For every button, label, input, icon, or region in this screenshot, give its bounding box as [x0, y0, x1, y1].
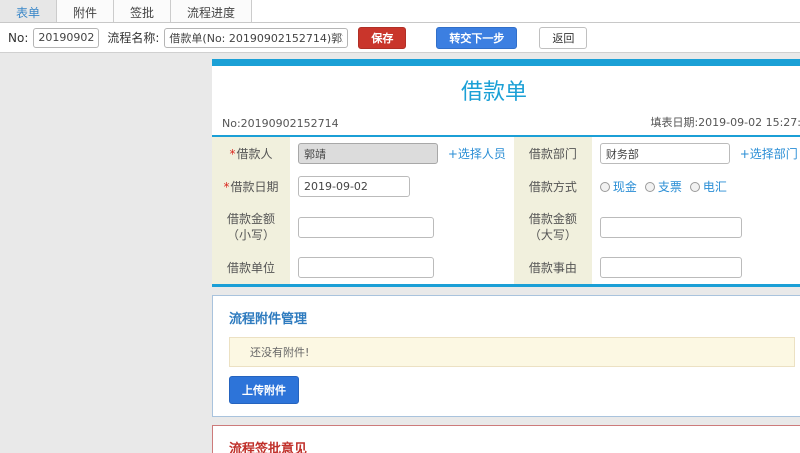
radio-icon [644, 181, 655, 192]
borrow-unit-field-cell [290, 251, 514, 286]
flow-name-label: 流程名称: [107, 31, 160, 45]
flow-name-input[interactable] [164, 27, 349, 48]
radio-cash[interactable]: 现金 [599, 178, 637, 195]
borrower-label-cell: *借款人 [212, 137, 290, 170]
borrow-unit-label-cell: 借款单位 [212, 251, 290, 286]
attachments-panel: 流程附件管理 还没有附件! 上传附件 [212, 295, 800, 417]
tab-attachment[interactable]: 附件 [57, 0, 115, 22]
radio-cheque-label: 支票 [657, 180, 682, 194]
forward-next-step-button[interactable]: 转交下一步 [436, 26, 518, 49]
panel-accent-bar [212, 59, 800, 66]
borrow-date-field-cell [290, 170, 514, 203]
amount-lower-field-cell [290, 203, 514, 251]
borrow-unit-label: 借款单位 [226, 260, 275, 275]
borrow-reason-label-cell: 借款事由 [513, 251, 592, 286]
form-title: 借款单 [460, 80, 527, 105]
table-row: *借款日期 借款方式 现金 支票 [212, 170, 800, 203]
department-label-cell: 借款部门 [513, 137, 592, 170]
amount-lower-input[interactable] [298, 216, 434, 238]
borrow-method-radio-group: 现金 支票 电汇 [599, 178, 727, 195]
radio-icon [689, 181, 700, 192]
upload-attachment-button[interactable]: 上传附件 [229, 376, 299, 404]
toolbar: No: 流程名称: 保存 转交下一步 返回 [0, 23, 800, 53]
attachments-title: 流程附件管理 [229, 312, 308, 327]
radio-wire-label: 电汇 [702, 180, 727, 194]
no-label: No: [8, 30, 29, 45]
amount-lower-label: 借款金额（小写） [226, 212, 275, 242]
loan-form-table: *借款人 +选择人员 借款部门 +选择部门 *借款日期 [212, 137, 800, 287]
select-person-link[interactable]: +选择人员 [448, 147, 506, 161]
department-label: 借款部门 [528, 146, 577, 161]
borrow-reason-input[interactable] [599, 257, 742, 278]
borrow-unit-input[interactable] [298, 257, 434, 278]
approval-comments-panel: 流程签批意见 B I abc [212, 425, 800, 453]
table-row: 借款单位 借款事由 [212, 251, 800, 286]
back-button[interactable]: 返回 [539, 26, 588, 49]
radio-wire[interactable]: 电汇 [689, 178, 727, 195]
borrow-method-field-cell: 现金 支票 电汇 [592, 170, 800, 203]
save-button[interactable]: 保存 [358, 26, 407, 49]
borrow-date-label-cell: *借款日期 [212, 170, 290, 203]
amount-lower-label-cell: 借款金额（小写） [212, 203, 290, 251]
form-no: No:20190902152714 [222, 117, 339, 130]
main-content: 借款单 No:20190902152714 填表日期:2019-09-02 15… [212, 53, 800, 453]
form-meta-row: No:20190902152714 填表日期:2019-09-02 15:27:… [212, 112, 800, 137]
required-asterisk: * [229, 146, 236, 161]
approval-comments-title: 流程签批意见 [229, 442, 308, 453]
tab-approval[interactable]: 签批 [114, 0, 172, 22]
table-row: *借款人 +选择人员 借款部门 +选择部门 [212, 137, 800, 170]
borrow-method-label: 借款方式 [528, 179, 577, 194]
no-attachments-alert: 还没有附件! [229, 337, 795, 367]
borrower-field-cell: +选择人员 [290, 137, 514, 170]
loan-form-panel: 借款单 No:20190902152714 填表日期:2019-09-02 15… [212, 59, 800, 287]
radio-cash-label: 现金 [612, 180, 637, 194]
select-department-link[interactable]: +选择部门 [740, 147, 798, 161]
required-asterisk: * [223, 179, 230, 194]
borrow-reason-field-cell [592, 251, 800, 286]
borrow-date-input[interactable] [298, 176, 410, 197]
tab-bar: 表单 附件 签批 流程进度 [0, 0, 800, 23]
tab-form[interactable]: 表单 [0, 0, 58, 22]
form-fill-date: 填表日期:2019-09-02 15:27:1 [650, 116, 800, 129]
no-input[interactable] [33, 27, 100, 48]
borrower-input[interactable] [298, 143, 438, 164]
department-input[interactable] [599, 143, 730, 164]
borrower-label: 借款人 [236, 146, 273, 161]
amount-upper-label-cell: 借款金额（大写） [513, 203, 592, 251]
borrow-method-label-cell: 借款方式 [513, 170, 592, 203]
borrow-reason-label: 借款事由 [528, 260, 577, 275]
radio-icon [599, 181, 610, 192]
table-row: 借款金额（小写） 借款金额（大写） [212, 203, 800, 251]
amount-upper-field-cell [592, 203, 800, 251]
department-field-cell: +选择部门 [592, 137, 800, 170]
borrow-date-label: 借款日期 [230, 179, 279, 194]
radio-cheque[interactable]: 支票 [644, 178, 682, 195]
amount-upper-label: 借款金额（大写） [528, 212, 577, 242]
amount-upper-input[interactable] [599, 216, 742, 238]
tab-progress[interactable]: 流程进度 [171, 0, 253, 22]
